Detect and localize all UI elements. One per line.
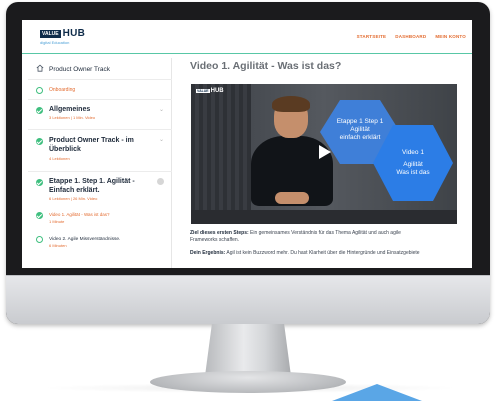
section-meta: 3 Lektionen | 1 Min. Video (49, 115, 96, 120)
sidebar-item-allgemeines[interactable]: Allgemeines 3 Lektionen | 1 Min. Video ⌄ (28, 100, 172, 130)
result-paragraph: Dein Ergebnis: Agil ist kein Buzzword me… (190, 250, 466, 257)
screen: VALUE HUB digital Education STARTSEITE D… (22, 20, 472, 268)
circle-icon (36, 87, 43, 94)
top-nav: STARTSEITE DASHBOARD MEIN KONTO (357, 34, 466, 39)
video-logo-hub: HUB (210, 88, 224, 94)
valuehub-logo[interactable]: VALUE HUB (40, 29, 85, 39)
sidebar-item-track[interactable]: Product Owner Track (28, 58, 172, 80)
site-header: VALUE HUB digital Education STARTSEITE D… (22, 20, 472, 54)
hex2-line2: Agilität (403, 161, 423, 168)
lesson-duration: 6 Minuten (49, 243, 67, 248)
section-title: Allgemeines (49, 106, 91, 113)
hex1-line2: Agilität (350, 126, 370, 133)
nav-dashboard[interactable]: DASHBOARD (395, 34, 426, 39)
video-logo: VALUE HUB (196, 88, 224, 94)
check-icon (36, 138, 43, 145)
goal-text: Ein gemeinsames Verständnis für das Them… (250, 230, 401, 236)
progress-dot-icon (157, 178, 164, 185)
hex1-line1: Etappe 1 Step 1 (336, 118, 384, 125)
logo-subtitle: digital Education (40, 40, 70, 45)
monitor-chin (6, 275, 490, 324)
hexagon-video-text: Video 1 Agilität Was ist das (373, 149, 453, 177)
track-title: Product Owner Track (49, 66, 111, 73)
presenter-image (247, 96, 337, 224)
lesson-duration: 1 Minute (49, 219, 65, 224)
monitor-stand-neck (205, 324, 291, 376)
hex2-line3: Was ist das (396, 169, 430, 176)
chevron-down-icon: ⌄ (158, 137, 164, 143)
lesson-content: Video 1. Agilität - Was ist das? VALUE H… (190, 58, 466, 268)
logo-box: VALUE (40, 30, 61, 38)
wall-panel (191, 84, 251, 224)
page-title: Video 1. Agilität - Was ist das? (190, 60, 342, 72)
result-text: Agil ist kein Buzzword mehr. Du hast Kla… (226, 250, 420, 256)
lesson-title: Video 1. Agilität - Was ist das? (49, 212, 110, 217)
logo-hub: HUB (62, 28, 86, 39)
section-title-line2: Einfach erklärt. (49, 187, 100, 194)
section-title-line2: Überblick (49, 146, 81, 153)
check-icon (36, 107, 43, 114)
home-icon (36, 64, 44, 72)
check-icon (36, 212, 43, 219)
goal-text-2: Frameworks schaffen. (190, 237, 240, 243)
monitor-stand-foot (150, 371, 346, 393)
nav-mein-konto[interactable]: MEIN KONTO (435, 34, 466, 39)
lesson-item-2[interactable]: Video 2. Agile Missverständnisse. 6 Minu… (28, 234, 172, 256)
onboarding-label: Onboarding (49, 87, 76, 93)
section-meta: 6 Lektionen | 26 Min. Video (49, 196, 98, 201)
chevron-down-icon: ⌄ (158, 107, 164, 113)
goal-paragraph: Ziel dieses ersten Steps: Ein gemeinsame… (190, 230, 466, 244)
section-title: Etappe 1. Step 1. Agilität - (49, 178, 135, 185)
sidebar-item-etappe1[interactable]: Etappe 1. Step 1. Agilität - Einfach erk… (28, 172, 172, 268)
result-label: Dein Ergebnis: (190, 250, 226, 256)
stage: VALUE HUB digital Education STARTSEITE D… (0, 0, 495, 401)
video-player[interactable]: VALUE HUB Etappe 1 Step 1 Agilität einfa… (191, 84, 457, 224)
video-logo-box: VALUE (196, 89, 210, 93)
lesson-item-1[interactable]: Video 1. Agilität - Was ist das? 1 Minut… (28, 210, 172, 232)
sidebar-item-overview[interactable]: Product Owner Track - im Überblick 4 Lek… (28, 130, 172, 172)
nav-startseite[interactable]: STARTSEITE (357, 34, 387, 39)
sidebar-item-onboarding[interactable]: Onboarding (28, 80, 172, 100)
course-sidebar: Product Owner Track Onboarding Allgemein… (28, 58, 172, 268)
goal-label: Ziel dieses ersten Steps: (190, 230, 249, 236)
check-icon (36, 179, 43, 186)
section-title: Product Owner Track - im (49, 137, 134, 144)
desk (191, 210, 457, 224)
hex2-line1: Video 1 (402, 149, 424, 156)
circle-icon (36, 236, 43, 243)
section-meta: 4 Lektionen (49, 156, 70, 161)
play-icon[interactable] (319, 145, 331, 159)
